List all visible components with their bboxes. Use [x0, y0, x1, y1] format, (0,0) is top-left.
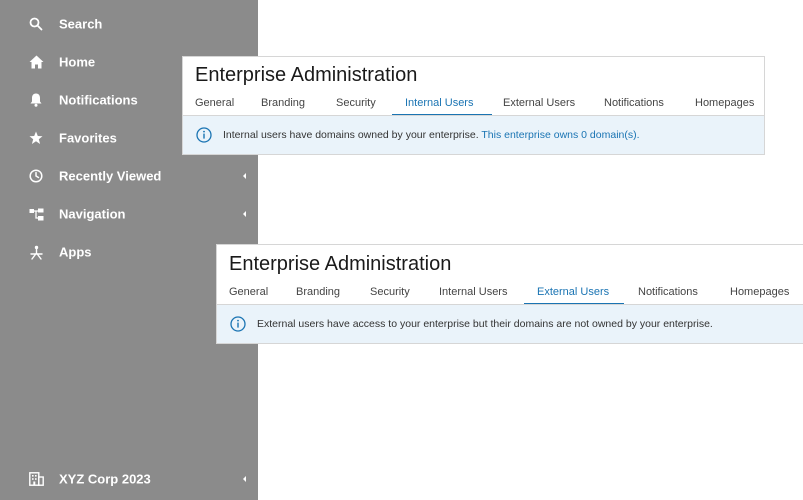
sidebar-item-organization[interactable]: XYZ Corp 2023: [0, 460, 258, 498]
apps-icon: [28, 244, 44, 260]
info-banner: Internal users have domains owned by you…: [183, 116, 764, 154]
home-icon: [28, 54, 44, 70]
sidebar-item-label: Notifications: [59, 92, 138, 108]
tab-general[interactable]: General: [229, 283, 268, 305]
tab-notifications[interactable]: Notifications: [604, 94, 664, 116]
sidebar-item-label: Apps: [59, 244, 92, 260]
info-text: Internal users have domains owned by you…: [223, 129, 479, 141]
sidebar-item-search[interactable]: Search: [0, 5, 258, 43]
tab-security[interactable]: Security: [336, 94, 376, 116]
chevron-left-icon[interactable]: [243, 211, 246, 217]
info-icon: [230, 316, 246, 332]
sidebar-item-label: Search: [59, 16, 103, 32]
info-message: Internal users have domains owned by you…: [223, 129, 640, 141]
chevron-left-icon[interactable]: [243, 476, 246, 482]
tab-notifications[interactable]: Notifications: [638, 283, 698, 305]
tab-bar: General Branding Security Internal Users…: [183, 94, 764, 116]
sidebar-item-navigation[interactable]: Navigation: [0, 195, 258, 233]
tab-internal-users[interactable]: Internal Users: [439, 283, 507, 305]
domains-link[interactable]: This enterprise owns 0 domain(s).: [481, 129, 639, 141]
tab-branding[interactable]: Branding: [296, 283, 340, 305]
sidebar-item-label: Favorites: [59, 130, 117, 146]
clock-icon: [28, 168, 44, 184]
tab-branding[interactable]: Branding: [261, 94, 305, 116]
bell-icon: [28, 92, 44, 108]
info-banner: External users have access to your enter…: [217, 305, 803, 343]
tab-internal-users[interactable]: Internal Users: [405, 94, 473, 116]
star-icon: [28, 130, 44, 146]
page-title: Enterprise Administration: [229, 253, 452, 275]
enterprise-admin-panel-external: Enterprise Administration General Brandi…: [216, 244, 803, 344]
tab-external-users[interactable]: External Users: [503, 94, 575, 116]
tab-security[interactable]: Security: [370, 283, 410, 305]
tab-general[interactable]: General: [195, 94, 234, 116]
sidebar-item-label: XYZ Corp 2023: [59, 471, 151, 487]
sidebar-item-recently-viewed[interactable]: Recently Viewed: [0, 157, 258, 195]
sidebar-item-label: Navigation: [59, 206, 126, 222]
building-icon: [28, 471, 44, 487]
info-icon: [196, 127, 212, 143]
enterprise-admin-panel-internal: Enterprise Administration General Brandi…: [182, 56, 765, 155]
navigation-tree-icon: [28, 206, 44, 222]
search-icon: [28, 16, 44, 32]
chevron-left-icon[interactable]: [243, 173, 246, 179]
sidebar-item-label: Recently Viewed: [59, 168, 162, 184]
info-message: External users have access to your enter…: [257, 318, 713, 330]
tab-bar: General Branding Security Internal Users…: [217, 283, 803, 305]
page-title: Enterprise Administration: [195, 64, 418, 86]
tab-homepages[interactable]: Homepages: [695, 94, 754, 116]
tab-homepages[interactable]: Homepages: [730, 283, 789, 305]
tab-external-users[interactable]: External Users: [537, 283, 609, 305]
sidebar-item-label: Home: [59, 54, 96, 70]
